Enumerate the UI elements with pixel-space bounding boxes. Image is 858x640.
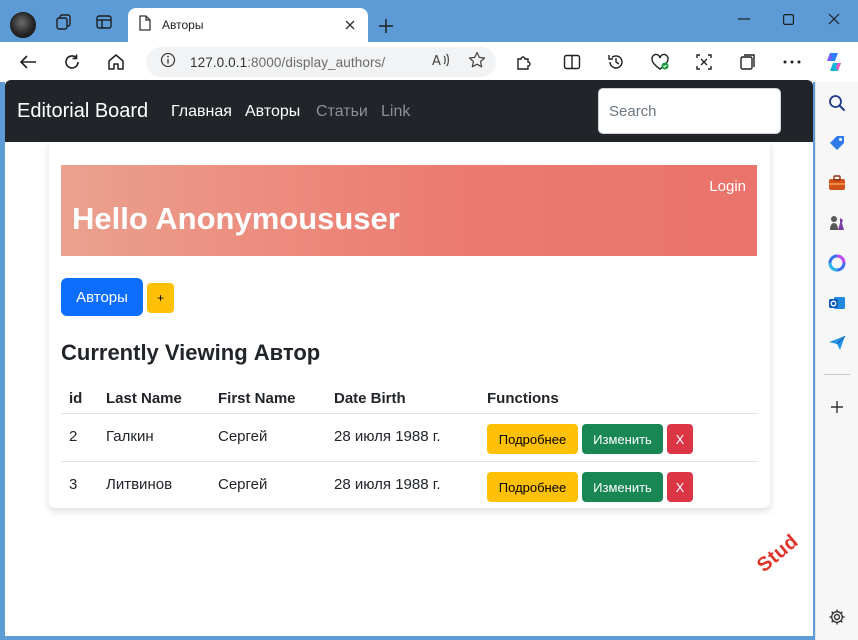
home-icon[interactable]	[102, 48, 130, 76]
header-date-birth: Date Birth	[334, 390, 406, 407]
new-tab-button[interactable]	[372, 12, 400, 40]
svg-text:A: A	[432, 54, 441, 68]
cell-last-name: Литвинов	[106, 476, 173, 493]
minimize-button[interactable]	[724, 6, 764, 32]
maximize-button[interactable]	[768, 6, 808, 32]
edit-button[interactable]: Изменить	[582, 424, 663, 454]
site-info-icon[interactable]	[160, 52, 176, 73]
navbar-brand[interactable]: Editorial Board	[17, 100, 148, 123]
browser-toolbar: 127.0.0.1:8000/display_authors/ A	[0, 42, 858, 82]
split-screen-icon[interactable]	[558, 48, 586, 76]
navbar-search-input[interactable]	[598, 88, 781, 134]
history-icon[interactable]	[602, 48, 630, 76]
main-content-card: Login Hello Anonymoususer Авторы + Curre…	[49, 142, 770, 508]
web-page-viewport: Editorial Board Главная Авторы Статьи Li…	[5, 80, 813, 636]
section-title: Currently Viewing Автор	[61, 340, 321, 365]
add-author-button[interactable]: +	[147, 283, 174, 313]
copilot-icon[interactable]	[820, 48, 848, 76]
cell-last-name: Галкин	[106, 428, 154, 445]
browser-essentials-icon[interactable]	[646, 48, 674, 76]
site-navbar: Editorial Board Главная Авторы Статьи Li…	[5, 80, 813, 142]
extensions-icon[interactable]	[510, 48, 538, 76]
nav-link-link[interactable]: Link	[381, 103, 410, 121]
cell-id: 3	[69, 476, 78, 493]
sidebar-add-icon[interactable]	[824, 394, 850, 420]
login-link[interactable]: Login	[709, 178, 746, 195]
delete-button[interactable]: X	[667, 472, 693, 502]
greeting-banner: Login Hello Anonymoususer	[61, 165, 757, 256]
cell-id: 2	[69, 428, 78, 445]
browser-title-bar: Авторы	[0, 0, 858, 42]
nav-link-home[interactable]: Главная	[171, 103, 232, 121]
active-tab[interactable]: Авторы	[128, 8, 368, 42]
authors-table: id Last Name First Name Date Birth Funct…	[61, 376, 758, 510]
table-row: 3 Литвинов Сергей 28 июля 1988 г. Подроб…	[61, 462, 758, 510]
greeting-title: Hello Anonymoususer	[72, 201, 400, 236]
microsoft365-icon[interactable]	[824, 250, 850, 276]
profile-avatar[interactable]	[10, 12, 36, 38]
shopping-tag-icon[interactable]	[824, 130, 850, 156]
cell-date-birth: 28 июля 1988 г.	[334, 428, 441, 445]
details-button[interactable]: Подробнее	[487, 472, 578, 502]
sidebar-divider	[824, 374, 850, 375]
cell-first-name: Сергей	[218, 476, 268, 493]
games-chess-icon[interactable]	[824, 210, 850, 236]
tab-close-icon[interactable]	[342, 17, 358, 33]
favorite-star-icon[interactable]	[468, 51, 486, 74]
read-aloud-icon[interactable]: A	[432, 52, 450, 73]
screenshot-icon[interactable]	[690, 48, 718, 76]
sidebar-search-icon[interactable]	[824, 90, 850, 116]
refresh-icon[interactable]	[58, 48, 86, 76]
header-functions: Functions	[487, 390, 559, 407]
tab-title: Авторы	[162, 18, 204, 32]
send-plane-icon[interactable]	[824, 330, 850, 356]
collections-icon[interactable]	[734, 48, 762, 76]
nav-link-authors[interactable]: Авторы	[245, 103, 300, 121]
header-id: id	[69, 390, 83, 407]
edit-button[interactable]: Изменить	[582, 472, 663, 502]
outlook-icon[interactable]	[824, 290, 850, 316]
header-first-name: First Name	[218, 390, 296, 407]
edge-sidebar	[815, 82, 858, 640]
delete-button[interactable]: X	[667, 424, 693, 454]
sidebar-settings-gear-icon[interactable]	[824, 604, 850, 630]
table-row: 2 Галкин Сергей 28 июля 1988 г. Подробне…	[61, 414, 758, 462]
close-window-button[interactable]	[814, 6, 854, 32]
nav-link-articles[interactable]: Статьи	[316, 103, 368, 121]
address-url[interactable]: 127.0.0.1:8000/display_authors/	[190, 55, 432, 70]
workspaces-icon[interactable]	[50, 8, 78, 36]
authors-button[interactable]: Авторы	[61, 278, 143, 316]
watermark-text: Stud	[753, 530, 803, 577]
table-header-row: id Last Name First Name Date Birth Funct…	[61, 376, 758, 414]
tab-actions-icon[interactable]	[90, 8, 118, 36]
more-options-icon[interactable]	[778, 48, 806, 76]
address-bar[interactable]: 127.0.0.1:8000/display_authors/ A	[146, 47, 496, 77]
cell-first-name: Сергей	[218, 428, 268, 445]
cell-date-birth: 28 июля 1988 г.	[334, 476, 441, 493]
tools-briefcase-icon[interactable]	[824, 170, 850, 196]
page-document-icon	[138, 14, 152, 36]
header-last-name: Last Name	[106, 390, 182, 407]
back-arrow-icon[interactable]	[14, 48, 42, 76]
details-button[interactable]: Подробнее	[487, 424, 578, 454]
